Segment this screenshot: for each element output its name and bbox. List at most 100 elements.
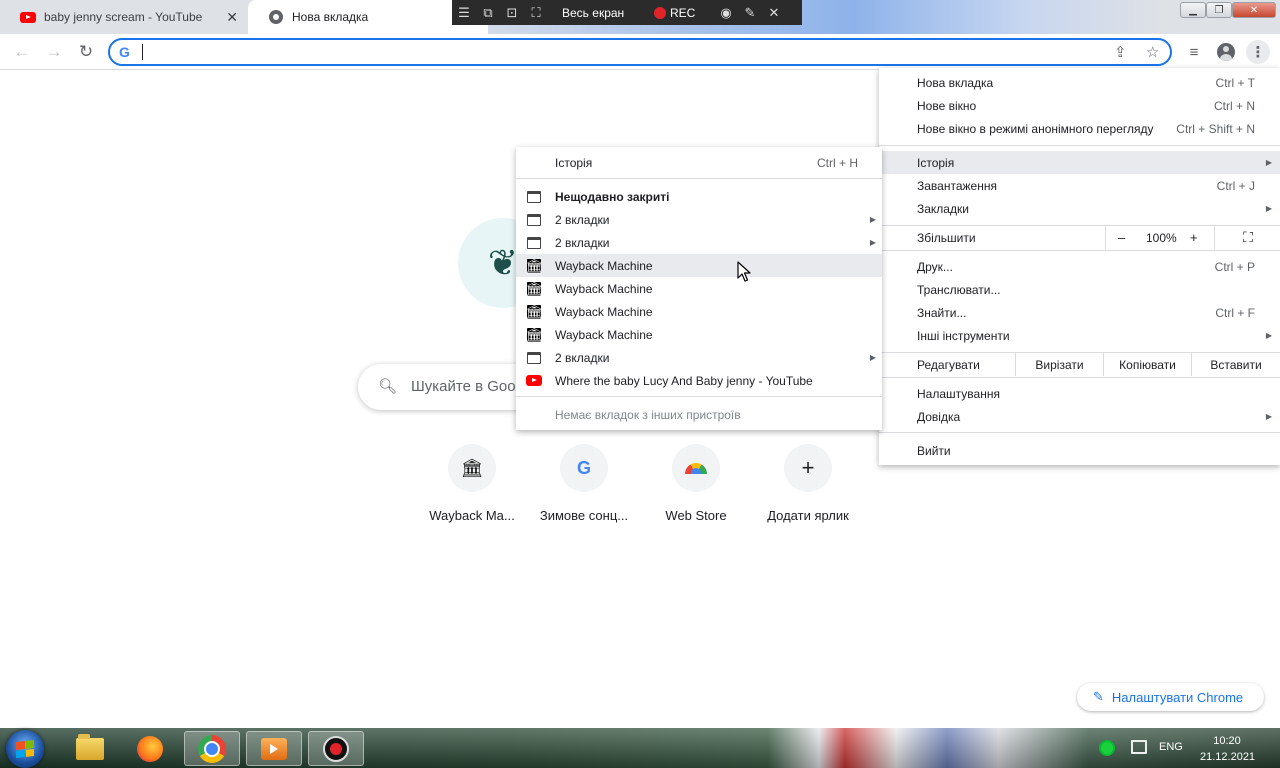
- address-bar[interactable]: G ⇪ ☆: [108, 38, 1172, 66]
- menu-icon[interactable]: ☰: [452, 5, 476, 21]
- menu-separator: [516, 178, 882, 179]
- menu-item-label: Друк...: [917, 259, 953, 274]
- language-indicator[interactable]: ENG: [1159, 741, 1183, 753]
- customize-label: Налаштувати Chrome: [1111, 689, 1244, 705]
- profile-button[interactable]: [1214, 40, 1238, 64]
- customize-chrome-button[interactable]: ✎ Налаштувати Chrome: [1077, 683, 1264, 711]
- taskbar-media-player[interactable]: [246, 731, 302, 766]
- history-submenu: Історія Ctrl + H Нещодавно закриті 2 вкл…: [516, 147, 882, 430]
- media-player-icon: [261, 737, 287, 760]
- close-window-button[interactable]: ✕: [1232, 2, 1276, 18]
- crop-icon[interactable]: ⛶: [524, 5, 548, 21]
- tab-youtube[interactable]: baby jenny scream - YouTube ✕: [0, 0, 248, 34]
- shortcut-icon-circle: 🏛︎: [448, 444, 496, 492]
- close-icon[interactable]: ✕: [762, 5, 786, 21]
- shortcut-web-store[interactable]: Web Store: [640, 442, 752, 523]
- back-button[interactable]: ←: [10, 40, 34, 64]
- submenu-arrow-icon: ▶: [1265, 331, 1272, 340]
- shortcut-icon-circle: G: [560, 444, 608, 492]
- wayback-icon: 🏛︎: [525, 326, 543, 343]
- taskbar-screen-recorder[interactable]: [308, 731, 364, 766]
- menu-item-find[interactable]: Знайти... Ctrl + F: [879, 301, 1280, 324]
- cut-button[interactable]: Вирізати: [1015, 353, 1103, 376]
- history-item-full-history[interactable]: Історія Ctrl + H: [516, 151, 882, 174]
- media-control-icon[interactable]: ≡: [1182, 40, 1206, 64]
- history-item-youtube[interactable]: Where the baby Lucy And Baby jenny - You…: [516, 369, 882, 392]
- record-icon: [654, 6, 666, 19]
- menu-item-exit[interactable]: Вийти: [879, 439, 1280, 462]
- reload-button[interactable]: ↻: [74, 40, 98, 64]
- history-item-wayback[interactable]: 🏛︎ Wayback Machine: [516, 323, 882, 346]
- start-button[interactable]: [6, 730, 44, 768]
- tab-title: Нова вкладка: [292, 10, 369, 24]
- menu-item-cast[interactable]: Транслювати...: [879, 278, 1280, 301]
- region-zoom-icon[interactable]: ⊡: [500, 5, 524, 21]
- fullscreen-icon[interactable]: ⛶: [1214, 226, 1280, 249]
- taskbar-explorer[interactable]: [62, 731, 118, 766]
- fullscreen-mode-label[interactable]: Весь екран: [562, 6, 654, 20]
- menu-separator: [879, 145, 1280, 146]
- bookmark-star-icon[interactable]: ☆: [1146, 43, 1159, 61]
- history-item-wayback[interactable]: 🏛︎ Wayback Machine: [516, 254, 882, 277]
- menu-item-more-tools[interactable]: Інші інструменти ▶: [879, 324, 1280, 347]
- network-icon[interactable]: [1131, 740, 1147, 754]
- menu-item-label: Довідка: [917, 409, 961, 424]
- chrome-icon: [268, 9, 284, 25]
- window-capture-icon[interactable]: ⧉: [476, 5, 500, 21]
- minimize-button[interactable]: ▁: [1180, 2, 1206, 18]
- reload-icon: ↻: [78, 42, 94, 61]
- history-item-2-tabs[interactable]: 2 вкладки ▶: [516, 231, 882, 254]
- zoom-out-button[interactable]: –: [1118, 230, 1125, 245]
- menu-item-history[interactable]: Історія ▶: [879, 151, 1280, 174]
- clock[interactable]: 10:20 21.12.2021: [1200, 733, 1255, 765]
- tray-status-icon[interactable]: [1101, 742, 1113, 754]
- menu-item-label: Немає вкладок з інших пристроїв: [555, 407, 741, 422]
- taskbar-chrome[interactable]: [184, 731, 240, 766]
- menu-item-downloads[interactable]: Завантаження Ctrl + J: [879, 174, 1280, 197]
- shortcut-wayback[interactable]: 🏛︎ Wayback Ma...: [416, 442, 528, 523]
- maximize-button[interactable]: ❐: [1206, 2, 1232, 18]
- firefox-icon: [137, 735, 163, 762]
- edit-label: Редагувати: [917, 358, 980, 372]
- menu-item-shortcut: Ctrl + N: [1213, 98, 1255, 113]
- taskbar-firefox[interactable]: [122, 731, 178, 766]
- copy-button[interactable]: Копіювати: [1103, 353, 1191, 376]
- menu-item-new-window[interactable]: Нове вікно Ctrl + N: [879, 94, 1280, 117]
- add-shortcut-button[interactable]: + Додати ярлик: [752, 442, 864, 523]
- zoom-controls: – 100% + ⛶: [1105, 226, 1280, 249]
- menu-item-incognito[interactable]: Нове вікно в режимі анонімного перегляду…: [879, 117, 1280, 140]
- google-icon: G: [576, 457, 591, 478]
- history-item-wayback[interactable]: 🏛︎ Wayback Machine: [516, 277, 882, 300]
- menu-item-settings[interactable]: Налаштування: [879, 382, 1280, 405]
- zoom-in-button[interactable]: +: [1190, 230, 1198, 245]
- history-item-2-tabs[interactable]: 2 вкладки ▶: [516, 346, 882, 369]
- rec-button[interactable]: REC: [654, 6, 714, 20]
- menu-item-label: Транслювати...: [917, 282, 1001, 297]
- history-item-wayback[interactable]: 🏛︎ Wayback Machine: [516, 300, 882, 323]
- menu-item-shortcut: Ctrl + Shift + N: [1176, 121, 1255, 136]
- arrow-left-icon: ←: [13, 42, 31, 61]
- shortcut-google[interactable]: G Зимове сонц...: [528, 442, 640, 523]
- menu-item-help[interactable]: Довідка ▶: [879, 405, 1280, 428]
- menu-item-label: Закладки: [917, 201, 969, 216]
- menu-item-shortcut: Ctrl + F: [1215, 305, 1255, 320]
- chrome-menu-button[interactable]: ⋮: [1246, 40, 1270, 64]
- shortcut-label: Додати ярлик: [767, 508, 849, 523]
- wayback-icon: 🏛︎: [525, 280, 543, 297]
- menu-item-new-tab[interactable]: Нова вкладка Ctrl + T: [879, 71, 1280, 94]
- share-icon[interactable]: ⇪: [1114, 43, 1127, 61]
- wayback-icon: 🏛︎: [460, 457, 484, 478]
- menu-item-label: Налаштування: [917, 386, 1000, 401]
- forward-button[interactable]: →: [42, 40, 66, 64]
- tab-close-icon[interactable]: ✕: [226, 9, 238, 26]
- address-input[interactable]: [144, 42, 1104, 62]
- menu-item-bookmarks[interactable]: Закладки ▶: [879, 197, 1280, 220]
- camera-icon[interactable]: ◉: [714, 5, 738, 21]
- history-item-2-tabs[interactable]: 2 вкладки ▶: [516, 208, 882, 231]
- text-caret: [142, 44, 143, 60]
- shortcut-icon-circle: +: [784, 444, 832, 492]
- paste-button[interactable]: Вставити: [1191, 353, 1280, 376]
- menu-item-label: Нещодавно закриті: [555, 189, 670, 204]
- menu-item-print[interactable]: Друк... Ctrl + P: [879, 255, 1280, 278]
- pencil-icon[interactable]: ✎: [738, 5, 762, 21]
